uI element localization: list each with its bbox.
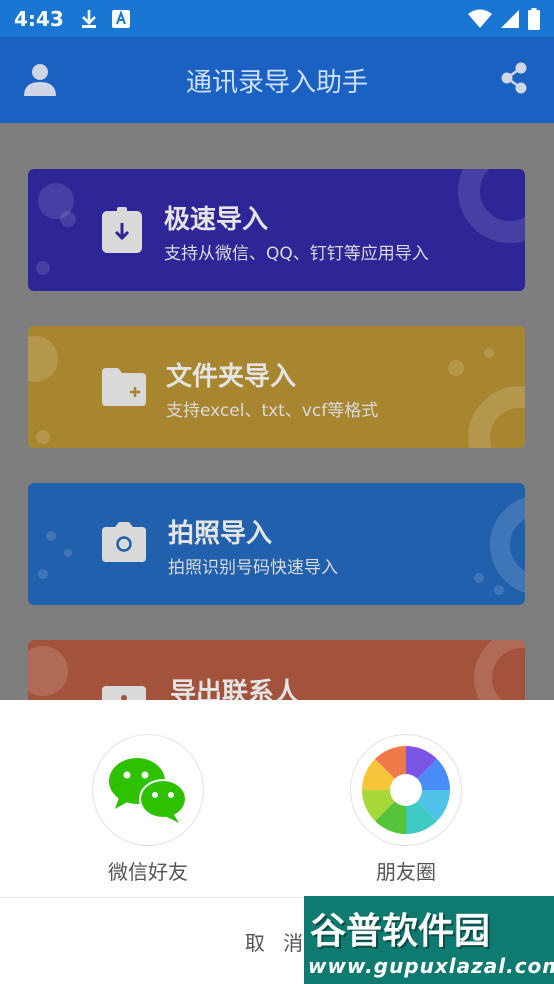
watermark-url: www.gupuxlazal.com xyxy=(308,954,554,978)
wechat-icon xyxy=(109,758,187,823)
folder-add-icon xyxy=(102,368,146,406)
status-icons-right xyxy=(468,7,540,30)
share-button[interactable] xyxy=(500,61,528,99)
cancel-label: 取 消 xyxy=(244,930,310,955)
card-title: 极速导入 xyxy=(164,205,269,235)
card-subtitle: 拍照识别号码快速导入 xyxy=(168,558,338,578)
watermark-text: 谷普软件园 xyxy=(310,911,491,952)
signal-icon xyxy=(501,9,519,28)
main-content: 极速导入 支持从微信、QQ、钉钉等应用导入 文件夹导入 支持excel、txt、… xyxy=(0,123,554,740)
status-bar: 4:43 xyxy=(0,0,554,37)
card-title: 文件夹导入 xyxy=(166,362,297,392)
card-subtitle: 支持从微信、QQ、钉钉等应用导入 xyxy=(164,244,429,264)
quick-import-card[interactable]: 极速导入 支持从微信、QQ、钉钉等应用导入 xyxy=(28,169,525,291)
download-icon xyxy=(81,9,96,28)
watermark-logo: 谷普软件园 www.gupuxlazal.com xyxy=(304,896,554,984)
moments-circle[interactable] xyxy=(350,734,462,846)
import-icon xyxy=(102,207,142,253)
share-moments[interactable]: 朋友圈 xyxy=(350,734,462,885)
status-time: 4:43 xyxy=(14,6,64,31)
app-bar: 通讯录导入助手 xyxy=(0,37,554,123)
wechat-circle[interactable] xyxy=(92,734,204,846)
share-label: 微信好友 xyxy=(108,860,188,884)
share-label: 朋友圈 xyxy=(376,860,436,884)
card-title: 拍照导入 xyxy=(168,519,273,549)
share-icon xyxy=(501,62,527,94)
folder-import-card[interactable]: 文件夹导入 支持excel、txt、vcf等格式 xyxy=(28,326,525,448)
moments-icon xyxy=(362,746,450,834)
share-wechat-friend[interactable]: 微信好友 xyxy=(92,734,204,885)
photo-import-card[interactable]: 拍照导入 拍照识别号码快速导入 xyxy=(28,483,525,605)
profile-button[interactable] xyxy=(22,61,58,101)
battery-icon xyxy=(528,7,540,30)
card-subtitle: 支持excel、txt、vcf等格式 xyxy=(166,401,379,421)
wifi-icon xyxy=(468,9,492,28)
a-badge-icon xyxy=(111,9,130,28)
status-icons-left xyxy=(80,9,130,29)
person-icon xyxy=(24,64,56,96)
app-title: 通讯录导入助手 xyxy=(185,67,368,98)
camera-icon xyxy=(102,522,146,562)
